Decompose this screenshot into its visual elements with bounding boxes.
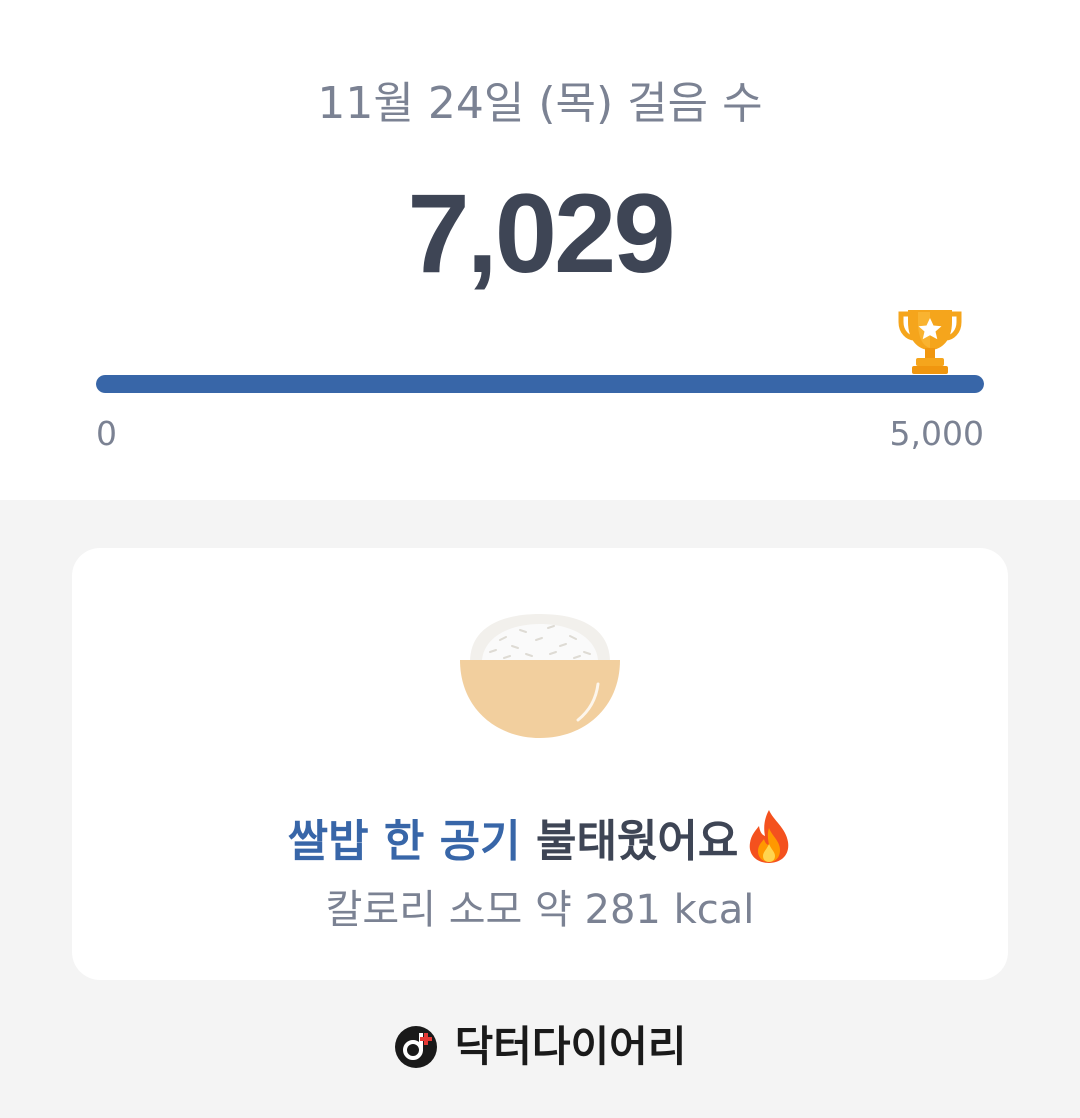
step-progress-bar xyxy=(96,375,984,393)
food-equivalent: 쌀밥 한 공기 xyxy=(287,816,521,867)
fire-icon xyxy=(750,810,789,863)
doctor-diary-logo-icon xyxy=(394,1026,437,1068)
step-summary-section: 11월 24일 (목) 걸음 수 7,029 0 5,000 xyxy=(0,0,1080,500)
rice-bowl-icon xyxy=(460,614,620,738)
calorie-card: 쌀밥 한 공기 불태웠어요 칼로리 소모 약 281 kcal xyxy=(72,548,1008,980)
step-count: 7,029 xyxy=(407,171,675,296)
step-progress-fill xyxy=(96,375,984,393)
brand-footer: 닥터다이어리 xyxy=(0,1020,1080,1074)
burned-message: 불태웠어요 xyxy=(535,816,739,867)
date-title: 11월 24일 (목) 걸음 수 xyxy=(317,78,763,129)
progress-min-label: 0 xyxy=(96,414,117,453)
calorie-headline: 쌀밥 한 공기 불태웠어요 xyxy=(72,808,1008,872)
calorie-detail: 칼로리 소모 약 281 kcal xyxy=(325,887,755,933)
brand-name: 닥터다이어리 xyxy=(454,1022,687,1071)
trophy-icon xyxy=(898,310,962,374)
progress-goal-label: 5,000 xyxy=(889,414,984,453)
